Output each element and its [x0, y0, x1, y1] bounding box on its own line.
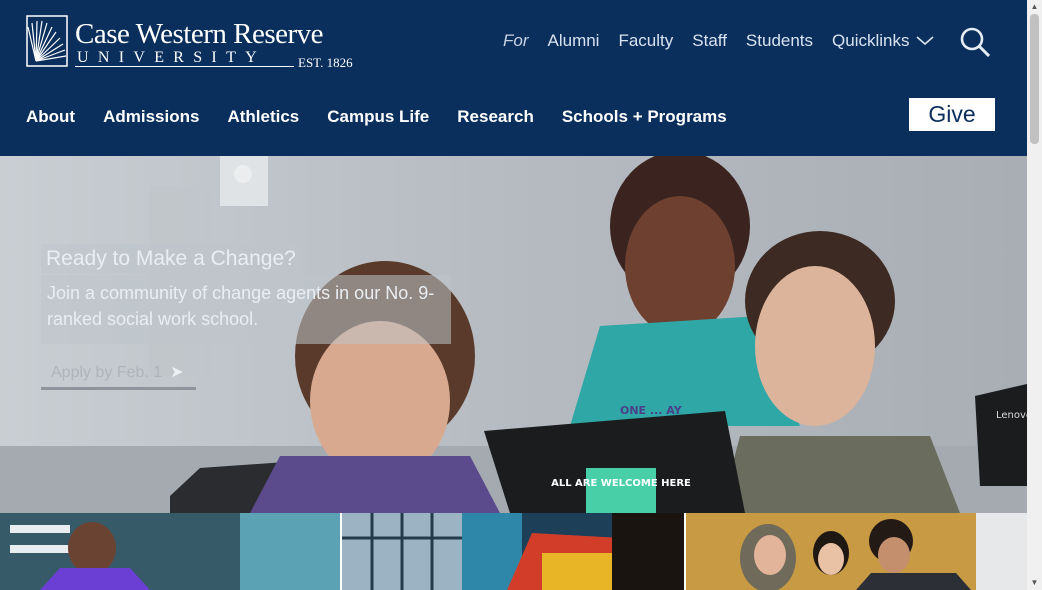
- nav-item-campus-life[interactable]: Campus Life: [327, 107, 429, 127]
- hero-cta-button[interactable]: Apply by Feb. 1 ➤: [41, 361, 196, 390]
- logo-established: EST. 1826: [298, 55, 353, 70]
- audience-for-label: For: [503, 31, 529, 50]
- arrow-right-icon: ➤: [170, 364, 184, 381]
- logo-university: UNIVERSITY: [77, 49, 266, 66]
- give-button[interactable]: Give: [909, 98, 995, 131]
- sunburst-logo-icon: [26, 15, 68, 67]
- chevron-down-icon: [915, 36, 934, 46]
- laptop-sticker: ALL ARE WELCOME HERE: [551, 478, 691, 489]
- nav-item-athletics[interactable]: Athletics: [227, 107, 299, 127]
- nav-item-research[interactable]: Research: [457, 107, 534, 127]
- audience-link-alumni[interactable]: Alumni: [548, 31, 600, 51]
- scroll-up-arrow-icon[interactable]: ▲: [1030, 2, 1039, 11]
- feature-tile-3[interactable]: [686, 513, 1027, 590]
- audience-link-staff[interactable]: Staff: [692, 31, 727, 51]
- tile-photo-students: [686, 513, 1027, 590]
- hero-cta-label: Apply by Feb. 1: [51, 364, 163, 381]
- nav-item-about[interactable]: About: [26, 107, 75, 127]
- hero-banner: ALL ARE WELCOME HERE Lenovo ONE ... AY R…: [0, 156, 1027, 513]
- audience-link-faculty[interactable]: Faculty: [618, 31, 673, 51]
- search-icon[interactable]: [960, 27, 990, 57]
- scrollbar-thumb[interactable]: [1030, 14, 1039, 144]
- page-scrollbar[interactable]: ▲ ▼: [1027, 0, 1042, 590]
- shirt-text: ONE ... AY: [620, 404, 683, 417]
- site-header: Case Western Reserve UNIVERSITY EST. 182…: [0, 0, 1027, 156]
- logo-divider: [75, 66, 294, 67]
- main-nav: About Admissions Athletics Campus Life R…: [26, 107, 755, 127]
- hero-title: Ready to Make a Change?: [41, 244, 301, 274]
- tile-photo-athlete: [0, 513, 340, 590]
- quicklinks-dropdown[interactable]: Quicklinks: [832, 31, 934, 51]
- hero-body: Join a community of change agents in our…: [41, 275, 451, 344]
- university-logo[interactable]: Case Western Reserve UNIVERSITY EST. 182…: [26, 15, 358, 71]
- audience-nav: For Alumni Faculty Staff Students Quickl…: [503, 30, 934, 52]
- scroll-down-arrow-icon[interactable]: ▼: [1030, 578, 1039, 587]
- nav-item-admissions[interactable]: Admissions: [103, 107, 199, 127]
- nav-item-schools-programs[interactable]: Schools + Programs: [562, 107, 727, 127]
- feature-tile-2[interactable]: [342, 513, 684, 590]
- feature-tile-1[interactable]: [0, 513, 340, 590]
- laptop-brand: Lenovo: [996, 410, 1027, 421]
- audience-link-students[interactable]: Students: [746, 31, 813, 51]
- quicklinks-label: Quicklinks: [832, 31, 910, 50]
- tile-photo-building: [342, 513, 684, 590]
- logo-wordmark: Case Western Reserve: [75, 18, 324, 50]
